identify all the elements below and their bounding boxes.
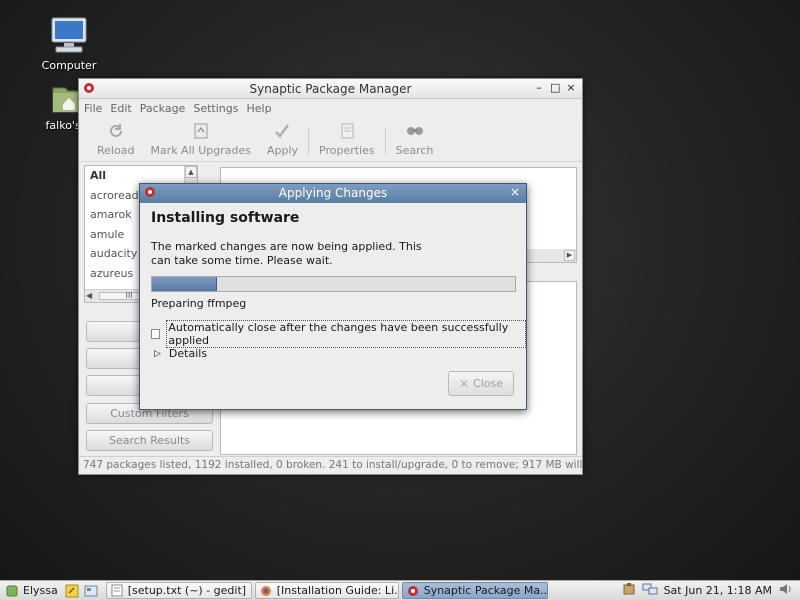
auto-close-label[interactable]: Automatically close after the changes ha… [166,320,526,348]
computer-icon [51,17,87,53]
apply-icon [275,124,290,138]
network-icon[interactable] [642,582,658,599]
main-menu-button[interactable]: Elyssa [0,584,58,597]
show-desktop-icon[interactable] [83,583,99,599]
window-titlebar[interactable]: Synaptic Package Manager – □ × [79,79,582,99]
mark-all-upgrades-button[interactable]: Mark All Upgrades [142,122,259,157]
menu-icon [6,585,18,596]
properties-icon [341,123,354,139]
menu-help[interactable]: Help [246,102,271,115]
taskbar-item-synaptic[interactable]: Synaptic Package Ma... [401,582,548,599]
properties-label: Properties [319,144,375,157]
menubar: File Edit Package Settings Help [79,99,582,118]
window-title: Synaptic Package Manager [249,82,412,96]
menu-package[interactable]: Package [140,102,186,115]
synaptic-app-icon [407,585,419,597]
reload-icon [109,124,122,137]
scroll-right-arrow-icon[interactable]: ▶ [564,250,575,261]
applying-changes-dialog: Applying Changes × Installing software T… [139,183,527,410]
close-button-label: Close [473,377,504,390]
firefox-icon [260,585,272,597]
bottom-panel: Elyssa [setup.txt (~) - gedit] [Installa… [0,580,800,600]
toolbar: Reload Mark All Upgrades Apply Propertie… [79,118,582,162]
progress-bar [151,276,516,292]
auto-close-checkbox-row[interactable]: Automatically close after the changes ha… [151,320,526,348]
update-notifier-icon[interactable] [622,582,636,599]
close-icon: ✕ [458,376,470,391]
dialog-heading: Installing software [151,210,300,226]
taskbar-item-browser[interactable]: [Installation Guide: Li... [254,582,399,599]
taskbar-item-label: [Installation Guide: Li... [276,584,399,597]
user-name: Elyssa [23,584,58,597]
menu-file[interactable]: File [84,102,102,115]
apply-button[interactable]: Apply [259,122,306,157]
menu-settings[interactable]: Settings [193,102,238,115]
dialog-titlebar[interactable]: Applying Changes × [140,184,526,203]
volume-icon[interactable] [778,582,792,599]
reload-label: Reload [97,144,135,157]
details-label: Details [168,347,208,360]
taskbar-item-label: [setup.txt (~) - gedit] [127,584,247,597]
details-expander[interactable]: ▷ Details [154,347,207,360]
system-tray: Sat Jun 21, 1:18 AM [622,582,800,599]
menu-edit[interactable]: Edit [110,102,131,115]
status-bar: 747 packages listed, 1192 installed, 0 b… [79,456,582,474]
scroll-up-arrow-icon[interactable]: ▲ [185,166,197,178]
search-button[interactable]: Search [388,122,442,157]
desktop-icon-label: Computer [41,59,97,72]
search-icon [406,127,423,135]
taskbar-item-gedit[interactable]: [setup.txt (~) - gedit] [105,582,252,599]
notes-icon[interactable] [64,583,80,599]
apply-label: Apply [266,144,299,157]
text-editor-icon [111,584,123,597]
properties-button[interactable]: Properties [311,122,383,157]
filter-button-search-results[interactable]: Search Results [86,430,213,451]
scroll-left-arrow-icon[interactable]: ◀ [86,291,92,300]
progress-label: Preparing ffmpeg [151,297,247,310]
expander-arrow-icon: ▷ [154,348,161,359]
close-button[interactable]: × [566,81,576,94]
maximize-button[interactable]: □ [550,81,560,94]
dialog-title: Applying Changes [278,186,388,200]
desktop-icon-computer[interactable]: Computer [29,16,109,72]
progress-bar-fill [152,277,218,291]
search-label: Search [395,144,434,157]
toolbar-separator [308,127,310,155]
upgrade-icon [194,123,208,139]
minimize-button[interactable]: – [534,81,544,94]
dialog-message: The marked changes are now being applied… [151,240,422,267]
taskbar-item-label: Synaptic Package Ma... [423,584,548,597]
auto-close-checkbox[interactable] [151,329,161,339]
mark-all-upgrades-label: Mark All Upgrades [150,144,251,157]
reload-button[interactable]: Reload [89,122,142,157]
toolbar-separator [384,127,386,155]
close-button[interactable]: ✕ Close [448,371,514,396]
clock-label[interactable]: Sat Jun 21, 1:18 AM [664,584,772,597]
dialog-close-icon[interactable]: × [510,185,520,199]
